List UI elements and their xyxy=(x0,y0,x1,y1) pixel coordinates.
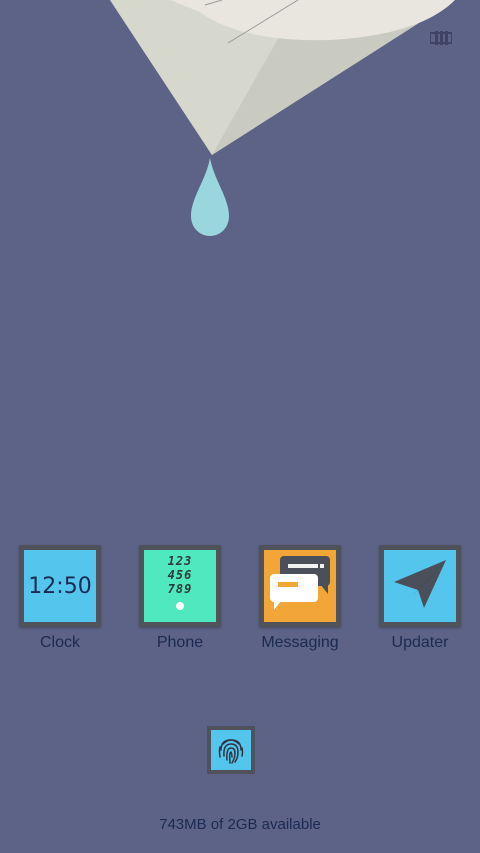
app-label-phone: Phone xyxy=(156,634,204,651)
dialpad-row: 456 xyxy=(167,568,193,582)
app-clock[interactable]: 12:50 Clock xyxy=(10,545,110,653)
messaging-tile[interactable] xyxy=(259,545,341,627)
dialpad-row: 789 xyxy=(167,582,193,596)
messaging-icon xyxy=(264,550,336,622)
updater-tile[interactable] xyxy=(379,545,461,627)
app-label-updater: Updater xyxy=(391,634,449,651)
wallpaper-art xyxy=(110,0,455,236)
chat-bubbles-icon xyxy=(270,556,330,610)
phone-tile[interactable]: 123 456 789 xyxy=(139,545,221,627)
app-messaging[interactable]: Messaging xyxy=(250,545,350,653)
dialpad-dot xyxy=(176,602,184,610)
phone-dialpad-icon: 123 456 789 xyxy=(144,550,216,622)
app-updater[interactable]: Updater xyxy=(370,545,470,653)
app-label-messaging: Messaging xyxy=(261,634,339,651)
clock-tile[interactable]: 12:50 xyxy=(19,545,101,627)
overflow-icon[interactable] xyxy=(430,30,452,46)
paper-plane-glyph xyxy=(394,560,446,608)
paper-plane-icon xyxy=(384,550,456,622)
app-phone[interactable]: 123 456 789 Phone xyxy=(130,545,230,653)
dialpad-row: 123 xyxy=(167,554,193,568)
clock-icon: 12:50 xyxy=(24,550,96,622)
water-drop xyxy=(191,158,229,236)
fingerprint-icon xyxy=(211,730,251,770)
clock-face-time: 12:50 xyxy=(28,573,92,599)
fingerprint-glyph xyxy=(218,739,244,764)
app-label-clock: Clock xyxy=(39,634,80,651)
storage-status: 743MB of 2GB available xyxy=(159,816,321,833)
fingerprint-button[interactable] xyxy=(207,726,255,774)
